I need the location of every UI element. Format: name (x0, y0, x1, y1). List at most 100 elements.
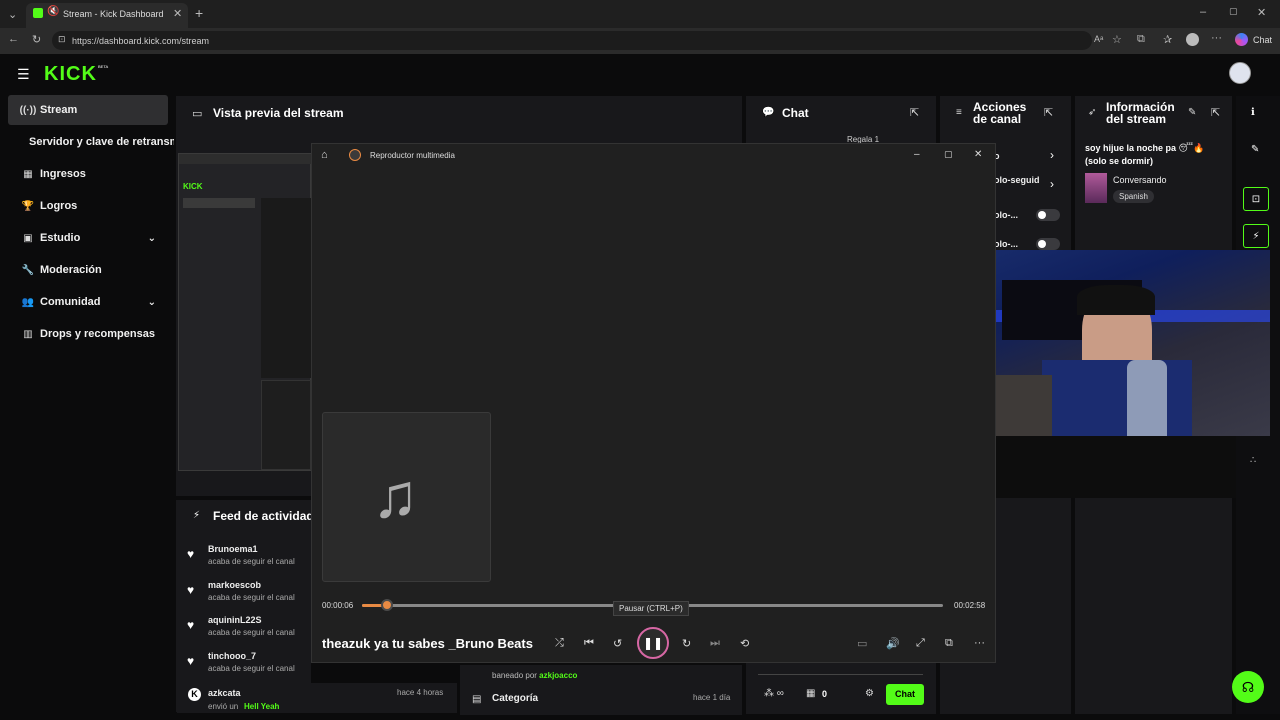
new-tab-icon[interactable]: + (195, 5, 203, 21)
camera-scan-icon[interactable]: ⊡ (1243, 187, 1269, 211)
more-options-icon[interactable]: ··· (1211, 32, 1222, 44)
store-icon: ▦ (806, 688, 816, 699)
media-player-app-icon (349, 149, 361, 161)
feed-action-text: acaba de seguir el canal (208, 593, 295, 602)
studio-icon: ▣ (23, 232, 33, 244)
feed-item[interactable]: ♥ Brunoema1 acaba de seguir el canal (177, 541, 310, 577)
restore-window-icon[interactable]: ▢ (1229, 6, 1238, 17)
read-aloud-icon[interactable]: Aᵃ (1094, 34, 1103, 44)
minimize-icon[interactable]: – (914, 149, 920, 160)
toggle-switch[interactable] (1036, 238, 1060, 250)
chart-icon: ▦ (23, 168, 33, 180)
back-icon[interactable]: ← (8, 33, 19, 45)
close-window-icon[interactable]: ✕ (1257, 6, 1266, 19)
popout-icon[interactable]: ⇱ (910, 106, 919, 119)
sidebar-item-ingresos[interactable]: ▦ Ingresos (8, 159, 168, 189)
bubbles-icon[interactable]: ∴ (1250, 455, 1256, 466)
banned-by-label: baneado por azkjoacco (492, 671, 578, 680)
feed-item[interactable]: ♥ markoescob acaba de seguir el canal (177, 577, 310, 613)
heart-icon: ♥ (187, 547, 195, 561)
edit-pencil-icon[interactable]: ✎ (1188, 107, 1196, 118)
feed-action-text: acaba de seguir el canal (208, 557, 295, 566)
track-title: theazuk ya tu sabes _Bruno Beats (322, 636, 533, 651)
bolt-icon[interactable]: ⚡ (1243, 224, 1269, 248)
sidebar-item-estudio[interactable]: ▣ Estudio ⌄ (8, 223, 168, 253)
forward-30-icon[interactable]: ↻ (682, 637, 691, 650)
sidebar-item-stream[interactable]: ((·)) Stream (8, 95, 168, 125)
shuffle-icon[interactable]: ⤮ (555, 637, 564, 650)
category-label[interactable]: Categoría (492, 693, 538, 704)
tab-close-icon[interactable]: ✕ (173, 7, 182, 20)
stream-title: soy hijue la noche pa 😴🔥 (solo se dormir… (1085, 143, 1205, 166)
previous-track-icon[interactable]: ⏮ (584, 637, 594, 650)
chevron-right-icon[interactable]: › (1050, 148, 1054, 162)
repeat-off-icon[interactable]: ⟲ (740, 637, 749, 650)
muted-speaker-icon[interactable]: 🔇 (47, 6, 59, 17)
profile-avatar-icon[interactable] (1186, 33, 1199, 46)
music-note-icon: ♫ (372, 462, 419, 531)
close-icon[interactable]: ✕ (974, 149, 982, 160)
heart-icon: ♥ (187, 583, 195, 597)
browser-tab-strip (0, 0, 1280, 28)
popout-icon[interactable]: ⇱ (1211, 106, 1220, 119)
home-icon[interactable]: ⌂ (321, 149, 328, 161)
sidebar-item-comunidad[interactable]: 👥 Comunidad ⌄ (8, 287, 168, 317)
sidebar-item-server-key[interactable]: Servidor y clave de retransmisión (8, 127, 174, 157)
mini-player-icon[interactable]: ⧉ (945, 637, 953, 650)
reload-icon[interactable]: ↻ (32, 33, 41, 46)
popout-icon[interactable]: ⇱ (1044, 106, 1053, 119)
feed-action-text: envió un (208, 702, 239, 711)
extensions-icon[interactable]: ⧉ (1137, 33, 1145, 46)
chevron-down-icon: ⌄ (147, 296, 156, 308)
bolt-icon: ⚡ (193, 510, 201, 521)
chevron-down-icon: ⌄ (147, 232, 156, 244)
copilot-icon[interactable] (1235, 33, 1248, 46)
copilot-chat-label[interactable]: Chat (1253, 35, 1272, 45)
feed-item[interactable]: K azkcata hace 4 horas envió un Hell Yea… (177, 683, 457, 713)
chat-settings-gear-icon[interactable]: ⚙ (865, 688, 874, 699)
support-headset-icon[interactable]: ☊ (1232, 671, 1264, 703)
toggle-switch[interactable] (1036, 209, 1060, 221)
edit-pencil-icon[interactable]: ✎ (1251, 144, 1259, 155)
time-total: 00:02:58 (954, 601, 986, 610)
tab-title: Stream - Kick Dashboard (63, 9, 164, 19)
user-avatar[interactable] (1229, 62, 1251, 84)
feed-user-name: azkcata (208, 688, 241, 698)
category-name: Conversando (1113, 175, 1167, 185)
broadcast-icon: ((·)) (19, 104, 37, 116)
url-text: https://dashboard.kick.com/stream (72, 36, 210, 46)
site-info-icon[interactable]: ⊡ (58, 34, 66, 45)
sidebar-item-logros[interactable]: 🏆 Logros (8, 191, 168, 221)
pause-icon: ❚❚ (642, 636, 664, 650)
pause-button[interactable]: ❚❚ (637, 627, 669, 659)
send-chat-button[interactable]: Chat (886, 684, 924, 705)
favorites-icon[interactable]: ✰ (1163, 33, 1172, 46)
fullscreen-icon[interactable]: ⤢ (916, 637, 925, 650)
feed-user-name: markoescob (208, 580, 262, 590)
kick-logo[interactable]: KICK (44, 63, 97, 86)
link-infinity-icon[interactable]: ⁂ ∞ (764, 688, 784, 699)
volume-icon[interactable]: 🔊 (886, 637, 900, 650)
preview-icon: ▭ (192, 108, 203, 120)
feed-item[interactable]: ♥ aquininL22S acaba de seguir el canal (177, 612, 310, 648)
feed-item[interactable]: ♥ tinchooo_7 acaba de seguir el canal (177, 648, 310, 684)
actions-panel-title: Acciones de canal (973, 100, 1027, 126)
sidebar-item-label: Comunidad (40, 296, 101, 308)
seek-knob[interactable] (381, 599, 393, 611)
more-options-icon[interactable]: ··· (974, 637, 985, 649)
subtitles-icon[interactable]: ▭ (857, 637, 867, 650)
next-track-icon[interactable]: ⏭ (710, 637, 720, 650)
feed-panel-title: Feed de actividad (213, 509, 311, 523)
sidebar-item-drops[interactable]: ▥ Drops y recompensas (8, 319, 168, 349)
chevron-right-icon[interactable]: › (1050, 177, 1054, 191)
maximize-icon[interactable]: ▢ (944, 149, 953, 160)
favorite-star-icon[interactable]: ☆ (1112, 33, 1122, 46)
tab-list-chevron-icon[interactable]: ⌄ (8, 8, 17, 21)
minimize-window-icon[interactable]: – (1200, 6, 1206, 18)
info-icon[interactable]: ℹ (1251, 107, 1255, 118)
menu-hamburger-icon[interactable]: ☰ (17, 66, 30, 83)
chat-count: 0 (822, 689, 828, 699)
top-navigation (0, 54, 1280, 94)
sidebar-item-moderacion[interactable]: 🔧 Moderación (8, 255, 168, 285)
rewind-10-icon[interactable]: ↺ (613, 637, 622, 650)
